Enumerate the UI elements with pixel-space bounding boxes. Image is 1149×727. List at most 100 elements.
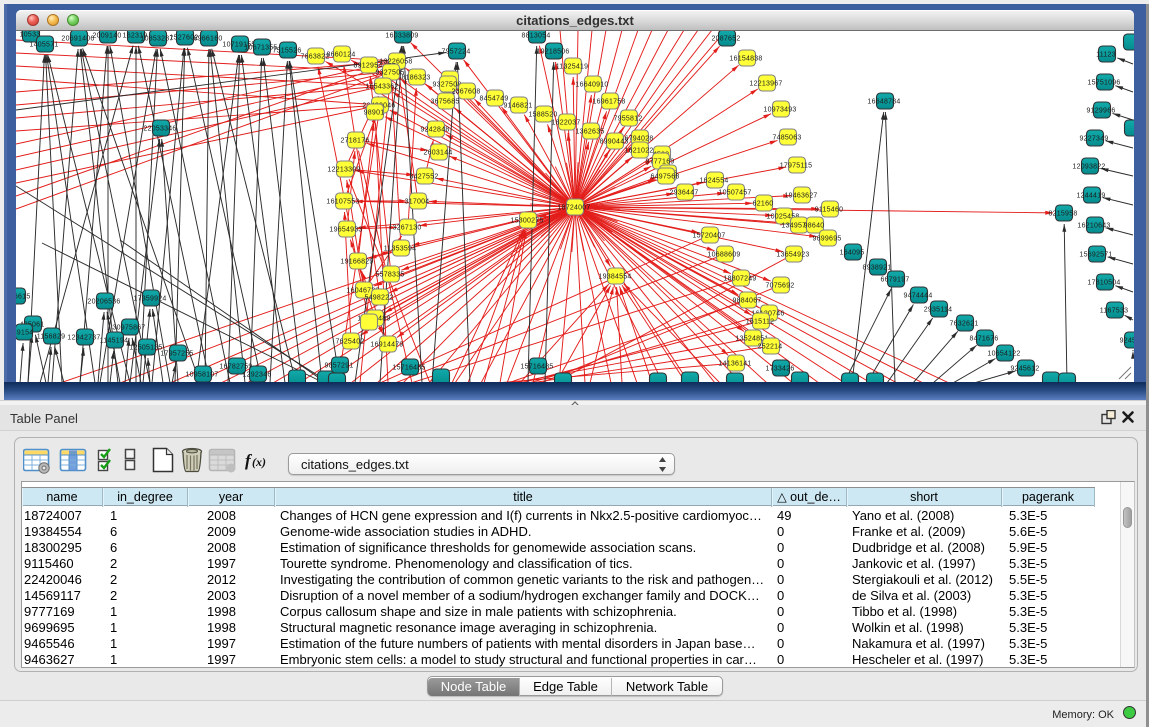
svg-text:8186323: 8186323 <box>401 75 430 82</box>
svg-text:19384554: 19384554 <box>598 274 631 281</box>
svg-text:7663822: 7663822 <box>300 54 329 61</box>
svg-text:16914479: 16914479 <box>370 342 403 349</box>
svg-text:10507457: 10507457 <box>718 190 751 197</box>
svg-text:9474444: 9474444 <box>903 293 932 300</box>
svg-text:30975867: 30975867 <box>112 325 145 332</box>
svg-text:13654923: 13654923 <box>776 252 809 259</box>
svg-text:2009140: 2009140 <box>92 33 121 40</box>
svg-text:20691406: 20691406 <box>61 36 94 43</box>
svg-text:10958107: 10958107 <box>185 372 218 379</box>
svg-text:15716485: 15716485 <box>520 364 553 371</box>
svg-text:6679197: 6679197 <box>880 277 909 284</box>
svg-text:18724007: 18724007 <box>557 205 590 212</box>
svg-text:17359924: 17359924 <box>133 296 166 303</box>
svg-text:1822037: 1822037 <box>551 120 580 127</box>
svg-text:9884067: 9884067 <box>732 298 761 305</box>
svg-text:1167533: 1167533 <box>1100 308 1128 315</box>
svg-text:1244419: 1244419 <box>1076 193 1105 200</box>
svg-text:6966160: 6966160 <box>193 36 222 43</box>
svg-text:8660124: 8660124 <box>326 52 355 59</box>
svg-text:1145194: 1145194 <box>100 338 128 345</box>
svg-text:(x): (x) <box>252 455 266 469</box>
svg-text:5498222: 5498222 <box>364 295 393 302</box>
svg-text:62160: 62160 <box>753 201 774 208</box>
svg-text:15720407: 15720407 <box>692 233 725 240</box>
svg-text:22053346: 22053346 <box>143 126 176 133</box>
svg-text:17810504: 17810504 <box>1087 280 1120 287</box>
svg-text:9327508: 9327508 <box>432 82 461 89</box>
svg-text:5578335: 5578335 <box>375 272 404 279</box>
svg-text:12505135: 12505135 <box>129 345 162 352</box>
svg-text:17975115: 17975115 <box>780 163 813 170</box>
svg-text:2936447: 2936447 <box>669 190 698 197</box>
svg-text:2603144: 2603144 <box>423 150 452 157</box>
svg-text:3267130: 3267130 <box>392 225 421 232</box>
svg-text:252214: 252214 <box>758 344 783 351</box>
svg-text:16782759: 16782759 <box>219 364 252 371</box>
svg-text:98901: 98901 <box>364 110 385 117</box>
svg-text:16543362: 16543362 <box>365 84 398 91</box>
svg-text:12213967: 12213967 <box>749 81 782 88</box>
svg-text:1588520: 1588520 <box>528 112 557 119</box>
svg-text:16961758: 16961758 <box>592 99 625 106</box>
svg-text:9242848: 9242848 <box>420 127 449 134</box>
svg-text:19654933: 19654933 <box>329 227 362 234</box>
svg-text:12342737: 12342737 <box>67 335 100 342</box>
svg-text:8912954: 8912954 <box>353 63 382 70</box>
svg-text:8215958: 8215958 <box>1048 211 1077 218</box>
svg-text:12213309: 12213309 <box>327 167 360 174</box>
svg-text:19166829: 19166829 <box>340 259 373 266</box>
svg-text:15692571: 15692571 <box>1079 252 1112 259</box>
svg-text:15716485: 15716485 <box>392 365 425 372</box>
svg-text:9129966: 9129966 <box>1086 108 1115 115</box>
svg-text:3675685: 3675685 <box>430 99 459 106</box>
svg-text:2867608: 2867608 <box>451 89 480 96</box>
svg-text:98640: 98640 <box>804 223 825 230</box>
svg-text:2087652: 2087652 <box>711 36 740 43</box>
svg-text:2626615: 2626615 <box>16 294 31 301</box>
svg-text:7957224: 7957224 <box>441 49 470 56</box>
svg-text:6497568: 6497568 <box>650 174 679 181</box>
svg-text:8471676: 8471676 <box>969 336 998 343</box>
svg-text:1615112: 1615112 <box>746 319 774 326</box>
svg-text:8813054: 8813054 <box>521 33 550 40</box>
svg-text:317004: 317004 <box>405 199 430 206</box>
svg-text:11123: 11123 <box>1096 52 1116 59</box>
svg-text:924502: 924502 <box>1120 338 1134 345</box>
svg-text:1624554: 1624554 <box>699 178 728 185</box>
svg-text:15300275: 15300275 <box>510 218 543 225</box>
svg-text:9327505: 9327505 <box>375 70 404 77</box>
svg-text:7485063: 7485063 <box>772 135 801 142</box>
svg-text:9245612: 9245612 <box>1010 366 1039 373</box>
svg-text:14136141: 14136141 <box>718 361 751 368</box>
svg-text:1405571: 1405571 <box>29 42 58 49</box>
svg-text:18807249: 18807249 <box>723 276 756 283</box>
svg-text:8454749: 8454749 <box>479 96 508 103</box>
svg-text:17957255: 17957255 <box>160 351 193 358</box>
svg-text:19463627: 19463627 <box>784 193 817 200</box>
svg-text:9146821: 9146821 <box>503 103 532 110</box>
svg-text:7515526: 7515526 <box>272 48 301 55</box>
svg-text:1362635: 1362635 <box>575 129 604 136</box>
svg-text:9857291: 9857291 <box>324 363 353 370</box>
svg-text:11325419: 11325419 <box>556 64 589 71</box>
svg-text:2935114: 2935114 <box>924 307 952 314</box>
svg-text:8427552: 8427552 <box>409 174 438 181</box>
svg-text:10973493: 10973493 <box>763 107 796 114</box>
svg-text:2718176: 2718176 <box>340 138 369 145</box>
svg-text:1156829: 1156829 <box>37 334 65 341</box>
svg-text:16648784: 16648784 <box>867 99 900 106</box>
svg-text:7632621: 7632621 <box>949 321 978 328</box>
svg-text:1733426: 1733426 <box>765 366 794 373</box>
svg-text:1292346: 1292346 <box>242 372 271 379</box>
svg-text:8938921: 8938921 <box>862 265 891 272</box>
svg-text:19218506: 19218506 <box>536 49 569 56</box>
svg-text:11353594: 11353594 <box>384 246 417 253</box>
svg-text:7075692: 7075692 <box>765 283 794 290</box>
svg-text:39154: 39154 <box>16 330 33 337</box>
svg-text:10654122: 10654122 <box>987 351 1020 358</box>
svg-text:20206536: 20206536 <box>87 299 120 306</box>
svg-text:16154838: 16154838 <box>729 56 762 63</box>
svg-text:164095: 164095 <box>840 250 865 257</box>
svg-text:7955812: 7955812 <box>613 116 642 123</box>
